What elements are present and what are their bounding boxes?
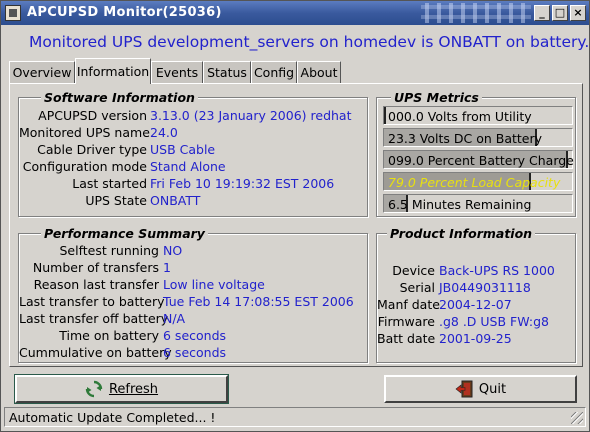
field-label: Reason last transfer xyxy=(33,277,159,292)
field-label: Last transfer to battery xyxy=(19,294,165,309)
resize-grip[interactable] xyxy=(571,412,583,424)
meter-label: 000.0 Volts from Utility xyxy=(388,109,532,124)
field-value: Tue Feb 14 17:08:55 EST 2006 xyxy=(163,294,354,309)
tab-events[interactable]: Events xyxy=(151,61,203,83)
tab-information[interactable]: Information xyxy=(75,58,151,84)
field-label: Last transfer off battery xyxy=(19,311,169,326)
refresh-button[interactable]: Refresh xyxy=(14,374,229,404)
performance-summary-title: Performance Summary xyxy=(41,226,208,241)
field-label: Cummulative on battery xyxy=(19,345,172,360)
status-bar: Automatic Update Completed... ! xyxy=(4,407,586,427)
meter-label: 6.5 Minutes Remaining xyxy=(388,197,532,212)
product-info-title: Product Information xyxy=(387,226,536,241)
status-message: Automatic Update Completed... ! xyxy=(9,410,216,425)
field-value: USB Cable xyxy=(150,142,216,157)
field-label: Selftest running xyxy=(59,243,160,258)
field-label: UPS State xyxy=(85,193,147,208)
field-label: Last started xyxy=(72,176,147,191)
field-value: 2004-12-07 xyxy=(439,297,512,312)
field-label: Time on battery xyxy=(59,328,159,343)
product-info-group: Product Information Device Back-UPS RS 1… xyxy=(376,226,576,363)
field-label: Cable Driver type xyxy=(37,142,147,157)
tab-config[interactable]: Config xyxy=(251,61,297,83)
app-window: APCUPSD Monitor(25036) _ □ × Monitored U… xyxy=(0,0,590,432)
quit-label: Quit xyxy=(478,381,507,397)
field-label: Manf date xyxy=(377,297,440,312)
meter-label: 79.0 Percent Load Capacity xyxy=(388,175,561,190)
titlebar-decoration xyxy=(421,3,531,23)
ups-metrics-group: UPS Metrics 000.0 Volts from Utility 23.… xyxy=(376,90,576,217)
field-value: 24.0 xyxy=(150,125,178,140)
field-label: Number of transfers xyxy=(32,260,159,275)
field-value: Back-UPS RS 1000 xyxy=(439,263,555,278)
meter-label: 099.0 Percent Battery Charge xyxy=(388,153,574,168)
ups-metrics-title: UPS Metrics xyxy=(391,90,482,105)
field-value: 3.13.0 (23 January 2006) redhat xyxy=(150,108,352,123)
field-value: .g8 .D USB FW:g8 xyxy=(439,314,549,329)
minutes-remaining-meter: 6.5 Minutes Remaining xyxy=(383,194,573,213)
field-value: NO xyxy=(163,243,183,258)
utility-volts-meter: 000.0 Volts from Utility xyxy=(383,106,573,125)
load-capacity-meter: 79.0 Percent Load Capacity xyxy=(383,172,573,191)
minimize-button[interactable]: _ xyxy=(534,5,550,21)
title-bar[interactable]: APCUPSD Monitor(25036) _ □ × xyxy=(1,1,589,25)
software-info-title: Software Information xyxy=(41,90,198,105)
refresh-icon xyxy=(85,380,103,398)
close-button[interactable]: × xyxy=(570,5,586,21)
field-value: 1 xyxy=(163,260,171,275)
tab-about[interactable]: About xyxy=(297,61,341,83)
field-value: 6 seconds xyxy=(163,345,227,360)
meter-fill xyxy=(384,107,386,124)
field-value: 6 seconds xyxy=(163,328,227,343)
software-info-group: Software Information APCUPSD version 3.1… xyxy=(18,90,368,217)
field-label: Device xyxy=(392,263,435,278)
field-value: Stand Alone xyxy=(150,159,226,174)
field-label: APCUPSD version xyxy=(38,108,147,123)
field-label: Batt date xyxy=(377,331,436,346)
tab-overview[interactable]: Overview xyxy=(9,61,75,83)
field-value: JB0449031118 xyxy=(439,280,531,295)
field-value: Low line voltage xyxy=(163,277,265,292)
battery-charge-meter: 099.0 Percent Battery Charge xyxy=(383,150,574,169)
information-panel: Software Information APCUPSD version 3.1… xyxy=(9,83,583,367)
field-value: N/A xyxy=(163,311,186,326)
field-value: 2001-09-25 xyxy=(439,331,512,346)
field-label: Serial xyxy=(399,280,435,295)
field-label: Monitored UPS name xyxy=(19,125,150,140)
status-headline: Monitored UPS development_servers on hom… xyxy=(29,33,590,51)
quit-button[interactable]: Quit xyxy=(384,375,577,403)
maximize-button[interactable]: □ xyxy=(552,5,568,21)
performance-summary-group: Performance Summary Selftest running NO … xyxy=(18,226,368,363)
battery-volts-meter: 23.3 Volts DC on Battery xyxy=(383,128,573,147)
field-label: Configuration mode xyxy=(22,159,147,174)
exit-door-icon xyxy=(455,380,473,398)
window-title: APCUPSD Monitor(25036) xyxy=(27,5,222,20)
meter-label: 23.3 Volts DC on Battery xyxy=(388,131,543,146)
field-value: Fri Feb 10 19:19:32 EST 2006 xyxy=(150,176,335,191)
refresh-label: Refresh xyxy=(108,381,159,397)
app-icon[interactable] xyxy=(5,5,21,21)
tab-status[interactable]: Status xyxy=(203,61,251,83)
ups-state-value: ONBATT xyxy=(150,193,201,208)
field-label: Firmware xyxy=(377,314,435,329)
